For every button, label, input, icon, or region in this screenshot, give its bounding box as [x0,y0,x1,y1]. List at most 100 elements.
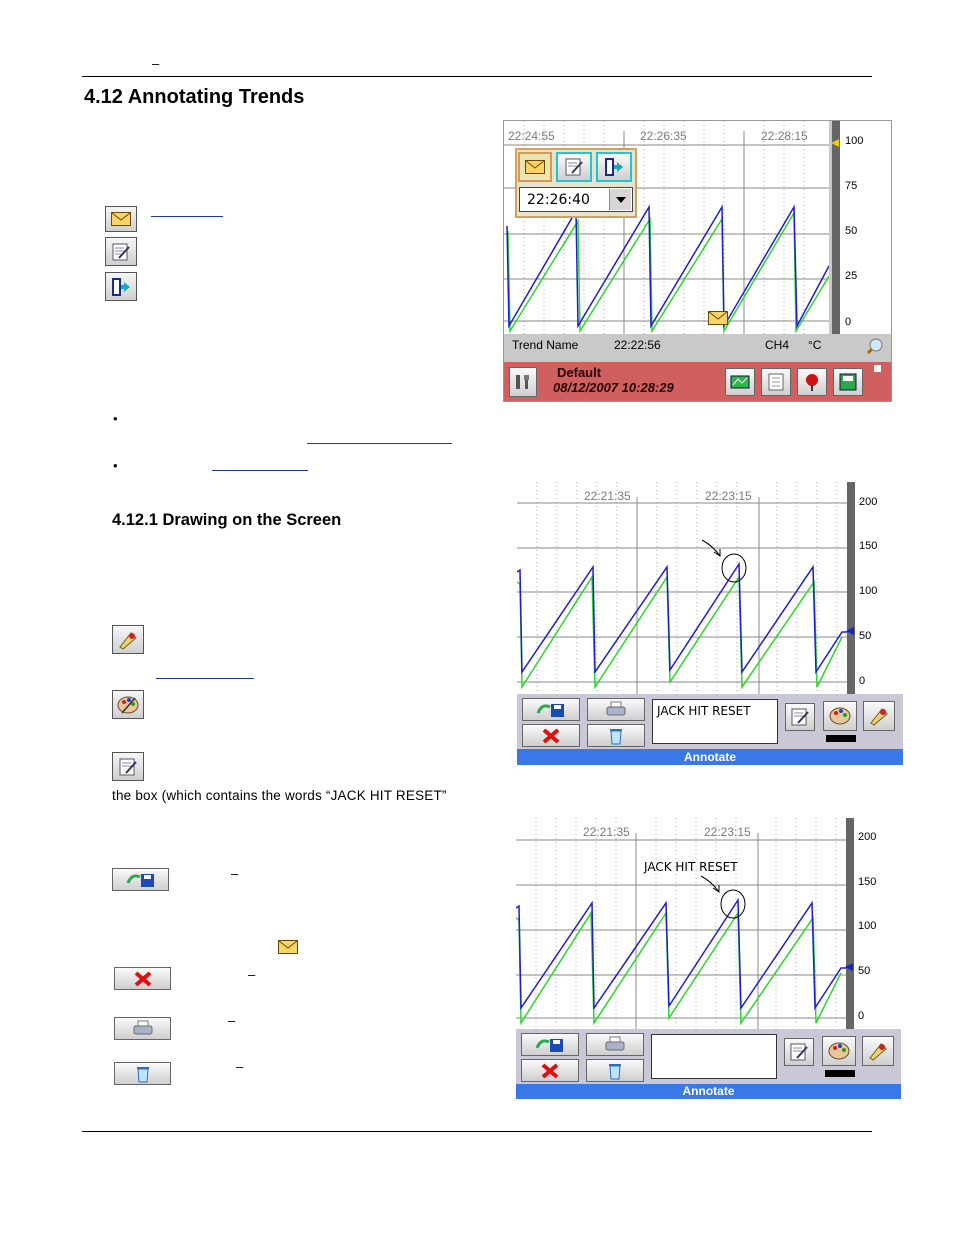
annotate-edit-button[interactable] [556,152,592,182]
chart-area [517,482,855,694]
scale-tick: 200 [858,831,877,843]
channel-label: CH4 [765,338,790,352]
clear-button[interactable] [114,1062,171,1085]
scale-tick: 25 [845,270,858,282]
color-swatch[interactable] [825,1070,855,1077]
list-button[interactable] [761,368,791,396]
time-label: 22:23:15 [705,489,752,503]
scale-bar [832,121,840,334]
save-disk-button[interactable] [833,368,863,396]
scale-tick: 200 [859,496,878,508]
scale-tick: 150 [858,876,877,888]
unit-label: °C [808,338,822,352]
annotation-envelope-button[interactable] [518,152,552,182]
scale-tick: 50 [859,630,872,642]
scale-bar [846,818,854,1029]
header-dash: – [152,56,160,71]
pin-icon[interactable] [112,625,144,654]
annotation-envelope-icon[interactable] [105,206,137,232]
tools-button[interactable] [509,367,537,397]
time-label: 22:24:55 [508,129,555,143]
clear-button[interactable] [586,1059,644,1082]
cancel-dash: – [248,967,256,982]
annotate-edit-button[interactable] [785,703,815,731]
bullet: • [113,458,118,473]
indicator [874,365,881,372]
link-underline[interactable] [151,216,223,217]
print-dash: – [228,1013,236,1028]
cancel-button[interactable] [522,724,580,747]
scale-tick: 50 [845,225,858,237]
link-underline[interactable] [307,443,452,444]
marker-arrow-icon [845,963,853,971]
cancel-button[interactable] [521,1059,579,1082]
annotation-text: JACK HIT RESET [657,704,751,718]
clear-dash: – [236,1059,244,1074]
save-button[interactable] [521,1033,579,1056]
annotation-text-box[interactable]: JACK HIT RESET [652,699,778,744]
palette-button[interactable] [823,701,857,731]
annotation-marker-envelope-icon[interactable] [708,311,728,325]
scale-tick: 100 [859,585,878,597]
print-button[interactable] [586,1033,644,1056]
trend-button[interactable] [725,368,755,396]
subsection-title: 4.12.1 Drawing on the Screen [112,511,342,529]
cancel-button[interactable] [114,967,171,990]
annotation-time-dropdown[interactable]: 22:26:40 [519,187,633,212]
footer-datetime: 08/12/2007 10:28:29 [553,380,674,395]
section-title: 4.12 Annotating Trends [84,86,305,108]
pin-button[interactable] [862,1036,894,1066]
scale-bar [847,482,855,694]
bullet: • [113,411,118,426]
time-label: 22:21:35 [583,825,630,839]
print-button[interactable] [114,1017,171,1040]
footer-rule [82,1131,872,1132]
header-rule [82,76,872,77]
trend-name-label: Trend Name [512,338,579,352]
annotation-time-value: 22:26:40 [527,192,590,208]
scale-tick: 150 [859,540,878,552]
scale-tick: 0 [845,316,852,328]
pin-button[interactable] [863,701,895,731]
marker-arrow-icon [846,627,854,635]
annotate-edit-button[interactable] [784,1038,814,1066]
scale-tick: 100 [858,920,877,932]
link-underline[interactable] [156,678,254,679]
save-dash: – [231,866,239,881]
time-label: 22:28:15 [761,129,808,143]
annotate-title-bar: Annotate [517,749,903,765]
trend-screenshot-1: 22:24:55 22:26:35 22:28:15 100 75 50 25 … [503,120,892,402]
status-time: 22:22:56 [614,338,661,352]
annotation-envelope-icon [278,940,298,954]
time-label: 22:23:15 [704,825,751,839]
chart-area [516,818,854,1029]
scale-tick: 0 [858,1010,865,1022]
trend-screenshot-2: 22:21:35 22:23:15 200 150 100 50 0 JACK … [517,482,903,765]
alarm-button[interactable] [797,368,827,396]
marker-arrow-icon [831,139,839,147]
palette-button[interactable] [822,1036,856,1066]
save-button[interactable] [112,868,169,891]
chart-annotation-text: JACK HIT RESET [644,860,738,874]
print-button[interactable] [587,698,645,721]
scale-tick: 50 [858,965,871,977]
annotate-edit-icon[interactable] [105,237,137,266]
scale-tick: 75 [845,180,858,192]
color-swatch[interactable] [826,735,856,742]
annotate-edit-icon[interactable] [112,752,144,781]
chevron-down-icon[interactable] [609,189,631,210]
annotate-title-bar: Annotate [516,1084,901,1099]
trend-screenshot-3: 22:21:35 22:23:15 JACK HIT RESET 200 150… [516,818,901,1099]
annotation-text-box[interactable] [651,1034,777,1079]
save-button[interactable] [522,698,580,721]
exit-door-icon[interactable] [105,272,137,301]
palette-icon[interactable] [112,690,144,719]
exit-button[interactable] [596,152,632,182]
body-text: the box (which contains the words “JACK … [112,788,447,803]
trend-default-name: Default [557,365,602,380]
magnifier-icon[interactable] [864,337,886,355]
time-label: 22:26:35 [640,129,687,143]
link-underline[interactable] [212,470,308,471]
time-label: 22:21:35 [584,489,631,503]
clear-button[interactable] [587,724,645,747]
